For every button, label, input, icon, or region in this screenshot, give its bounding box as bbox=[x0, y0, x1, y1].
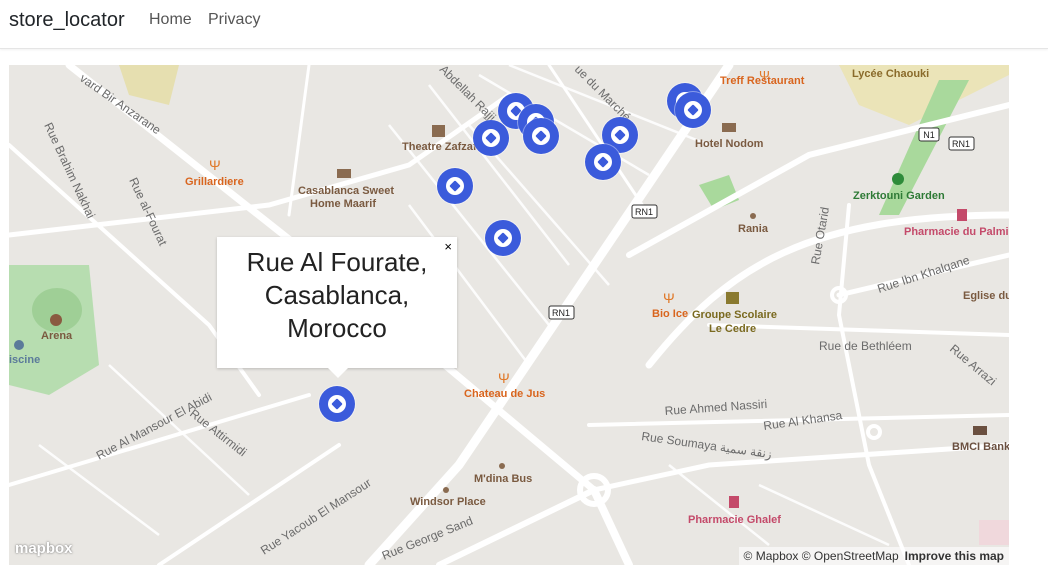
store-marker[interactable] bbox=[473, 120, 509, 156]
popup-tip bbox=[328, 368, 348, 378]
poi-windsor-place: Windsor Place bbox=[410, 496, 486, 508]
arena-icon bbox=[50, 314, 62, 326]
poi-treff-restaurant: Treff Restaurant bbox=[720, 75, 805, 87]
poi-le-cedre: Le Cedre bbox=[709, 323, 756, 335]
poi-groupe-scolaire: Groupe Scolaire bbox=[692, 309, 777, 321]
school-icon bbox=[726, 292, 739, 304]
poi-pharmacie-ghalef: Pharmacie Ghalef bbox=[688, 514, 781, 526]
place-dot-icon bbox=[499, 463, 505, 469]
street-bethleem: Rue de Bethléem bbox=[819, 339, 912, 353]
nav-home-link[interactable]: Home bbox=[149, 11, 192, 29]
store-marker[interactable] bbox=[437, 168, 473, 204]
restaurant-icon: Ψ bbox=[663, 290, 675, 306]
svg-text:RN1: RN1 bbox=[952, 139, 970, 149]
store-marker-icon bbox=[532, 127, 550, 145]
store-marker-icon bbox=[684, 101, 702, 119]
poi-home-maarif: Home Maarif bbox=[310, 198, 376, 210]
svg-text:N1: N1 bbox=[923, 130, 935, 140]
mapbox-logo[interactable]: mapbox bbox=[15, 540, 73, 557]
poi-bio-ice: Bio Ice bbox=[652, 308, 688, 320]
place-dot-icon bbox=[443, 487, 449, 493]
poi-hotel-nodom: Hotel Nodom bbox=[695, 138, 764, 150]
store-marker-icon bbox=[482, 129, 500, 147]
pharmacy-icon bbox=[729, 496, 739, 508]
poi-piscine: iscine bbox=[9, 354, 40, 366]
store-marker-icon bbox=[594, 153, 612, 171]
park-icon bbox=[892, 173, 904, 185]
n1-shield: N1 bbox=[918, 127, 940, 142]
poi-mdina-bus: M'dina Bus bbox=[474, 473, 532, 485]
poi-chateau-de-jus: Chateau de Jus bbox=[464, 388, 545, 400]
store-popup: × Rue Al Fourate, Casablanca, Morocco bbox=[217, 237, 457, 378]
svg-text:RN1: RN1 bbox=[635, 207, 653, 217]
restaurant-icon: Ψ bbox=[209, 157, 221, 173]
poi-theatre-zafzaf: Theatre Zafzaf bbox=[402, 141, 477, 153]
navbar: store_locator Home Privacy bbox=[0, 0, 1048, 49]
store-marker-selected[interactable] bbox=[319, 386, 355, 422]
map-canvas: vard Bir Anzarane Rue Brahim Nakhai Rue … bbox=[9, 65, 1009, 565]
hotel-icon bbox=[722, 123, 736, 132]
place-dot-icon bbox=[750, 213, 756, 219]
store-marker-icon bbox=[328, 395, 346, 413]
poi-zerktouni-garden: Zerktouni Garden bbox=[853, 190, 945, 202]
swimming-icon bbox=[14, 340, 24, 350]
brand-link[interactable]: store_locator bbox=[9, 9, 125, 32]
store-marker[interactable] bbox=[523, 118, 559, 154]
popup-close-button[interactable]: × bbox=[444, 239, 452, 254]
bank-icon bbox=[973, 426, 987, 435]
poi-grillardiere: Grillardiere bbox=[185, 176, 244, 188]
store-marker-icon bbox=[494, 229, 512, 247]
rn1-shield-2: RN1 bbox=[548, 305, 575, 320]
improve-map-link[interactable]: Improve this map bbox=[905, 549, 1004, 563]
nav-privacy-link[interactable]: Privacy bbox=[208, 11, 260, 29]
rn1-shield-3: RN1 bbox=[948, 136, 975, 151]
store-marker-icon bbox=[446, 177, 464, 195]
restaurant-icon: Ψ bbox=[498, 370, 510, 386]
pharmacy-icon bbox=[957, 209, 967, 221]
attribution-text[interactable]: © Mapbox © OpenStreetMap bbox=[744, 549, 899, 563]
theatre-icon bbox=[432, 125, 445, 137]
store-marker[interactable] bbox=[585, 144, 621, 180]
svg-text:RN1: RN1 bbox=[552, 308, 570, 318]
store-marker-icon bbox=[611, 126, 629, 144]
poi-pharmacie-palmier: Pharmacie du Palmi bbox=[904, 226, 1009, 238]
hotel-icon bbox=[337, 169, 351, 178]
map-attribution: © Mapbox © OpenStreetMap Improve this map bbox=[738, 547, 1009, 565]
poi-rania: Rania bbox=[738, 223, 769, 235]
popup-address: Rue Al Fourate, Casablanca, Morocco bbox=[246, 247, 428, 343]
store-marker[interactable] bbox=[675, 92, 711, 128]
store-marker[interactable] bbox=[485, 220, 521, 256]
rn1-shield: RN1 bbox=[631, 204, 658, 219]
map[interactable]: vard Bir Anzarane Rue Brahim Nakhai Rue … bbox=[9, 65, 1009, 565]
poi-bmci-bank: BMCI Bank bbox=[952, 441, 1009, 453]
poi-casablanca-sweet: Casablanca Sweet bbox=[298, 185, 394, 197]
poi-eglise: Eglise du bbox=[963, 290, 1009, 302]
poi-lycee-chaouki: Lycée Chaouki bbox=[852, 68, 929, 80]
poi-arena: Arena bbox=[41, 330, 73, 342]
